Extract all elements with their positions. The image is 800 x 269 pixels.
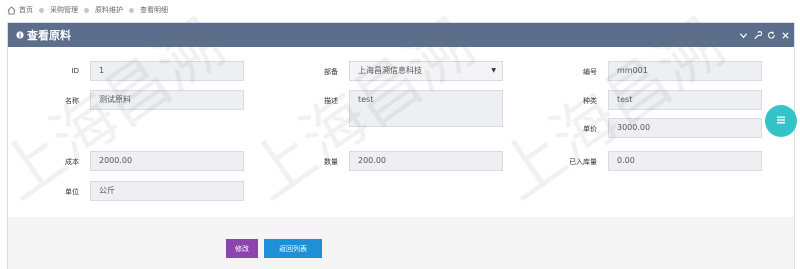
stocked-field[interactable]: 0.00	[608, 151, 762, 171]
name-field[interactable]: 测试原料	[90, 90, 244, 110]
panel-tools	[738, 29, 790, 41]
wrench-icon[interactable]	[752, 29, 762, 41]
breadcrumb-separator	[129, 7, 134, 13]
close-icon[interactable]	[780, 29, 790, 41]
info-icon	[16, 31, 24, 39]
category-field[interactable]: test	[608, 90, 762, 110]
category-label: 种类	[583, 97, 597, 105]
id-field[interactable]: 1	[90, 61, 244, 81]
back-to-list-button[interactable]: 返回列表	[264, 239, 322, 258]
breadcrumb: 首页 采购管理 原料维护 查看明细	[0, 0, 800, 20]
description-field[interactable]: test	[349, 90, 503, 127]
breadcrumb-material[interactable]: 原料维护	[95, 5, 123, 15]
breadcrumb-separator	[39, 7, 44, 13]
unit-field[interactable]: 公斤	[90, 181, 244, 201]
material-detail-panel: 查看原料 ID 1 部备 上海昌溯信息科技 ▼ 编号 mm001 名称 测试原料…	[7, 22, 795, 269]
unit-price-label: 单价	[583, 125, 597, 133]
description-label: 描述	[324, 97, 338, 105]
supplier-value: 上海昌溯信息科技	[358, 66, 422, 75]
panel-title: 查看原料	[27, 29, 71, 42]
form-footer: 修改 返回列表	[8, 217, 794, 269]
code-field[interactable]: mm001	[608, 61, 762, 81]
name-label: 名称	[65, 97, 79, 105]
chevron-down-icon: ▼	[491, 67, 496, 74]
quantity-field[interactable]: 200.00	[349, 151, 503, 171]
breadcrumb-current: 查看明细	[140, 6, 168, 14]
breadcrumb-purchase[interactable]: 采购管理	[50, 5, 78, 15]
supplier-label: 部备	[324, 68, 338, 76]
collapse-icon[interactable]	[738, 29, 748, 41]
menu-icon	[775, 114, 787, 128]
unit-label: 单位	[65, 188, 79, 196]
code-label: 编号	[583, 68, 597, 76]
home-icon[interactable]	[7, 5, 16, 15]
quantity-label: 数量	[324, 158, 338, 166]
cost-label: 成本	[65, 158, 79, 166]
id-label: ID	[71, 67, 79, 75]
unit-price-field[interactable]: 3000.00	[608, 118, 762, 138]
floating-menu-button[interactable]	[765, 105, 797, 137]
edit-button[interactable]: 修改	[226, 239, 258, 258]
material-form: ID 1 部备 上海昌溯信息科技 ▼ 编号 mm001 名称 测试原料 描述 t…	[8, 47, 794, 217]
stocked-label: 已入库量	[569, 158, 597, 166]
supplier-select[interactable]: 上海昌溯信息科技 ▼	[349, 61, 503, 81]
breadcrumb-separator	[84, 7, 89, 13]
cost-field[interactable]: 2000.00	[90, 151, 244, 171]
breadcrumb-home[interactable]: 首页	[19, 5, 33, 15]
refresh-icon[interactable]	[766, 29, 776, 41]
panel-header: 查看原料	[8, 23, 794, 47]
